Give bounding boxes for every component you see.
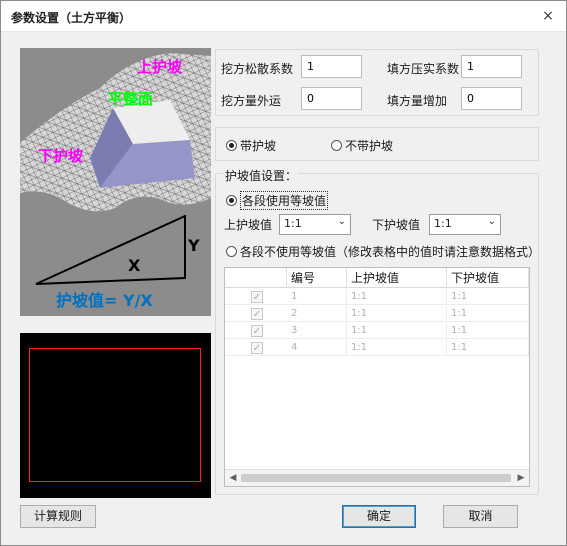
fill-compact-label: 填方压实系数 (387, 62, 460, 76)
column-header-check (225, 268, 287, 288)
horizontal-scrollbar[interactable]: ◀ ▶ (225, 469, 529, 486)
without-slope-radio[interactable]: 不带护坡 (331, 137, 393, 154)
scrollbar-thumb[interactable] (241, 474, 511, 482)
column-header-lower: 下护坡值 (447, 268, 529, 288)
scroll-right-icon[interactable]: ▶ (514, 471, 528, 485)
lower-slope-select[interactable]: 1:1 ⌄ (429, 214, 501, 235)
lower-slope-selected: 1:1 (434, 217, 452, 230)
cut-loose-label: 挖方松散系数 (221, 62, 294, 76)
row-upper[interactable]: 1:1 (347, 289, 447, 305)
cancel-button[interactable]: 取消 (443, 505, 518, 528)
equal-slope-label: 各段使用等坡值 (240, 191, 329, 210)
x-axis-label: X (128, 256, 141, 275)
ok-button[interactable]: 确定 (342, 505, 416, 528)
settings-dialog: 参数设置（土方平衡） × 上护坡 平整面 下护坡 Y X 护坡值= Y/X 挖方… (0, 0, 567, 546)
cut-loose-field[interactable] (301, 55, 362, 78)
cut-export-field[interactable] (301, 87, 362, 110)
slope-illustration: 上护坡 平整面 下护坡 Y X 护坡值= Y/X (20, 48, 211, 316)
column-header-upper: 上护坡值 (347, 268, 447, 288)
close-icon[interactable]: × (538, 6, 558, 26)
table-row[interactable]: ✓ 2 1:1 1:1 (225, 306, 529, 322)
row-lower[interactable]: 1:1 (447, 306, 529, 322)
lower-slope-label: 下护坡 (38, 147, 84, 165)
row-id: 3 (287, 323, 347, 339)
row-checkbox[interactable]: ✓ (251, 308, 263, 320)
row-id: 4 (287, 340, 347, 356)
without-slope-label: 不带护坡 (345, 139, 394, 153)
table-header: 编号 上护坡值 下护坡值 (225, 268, 529, 288)
column-header-id: 编号 (287, 268, 347, 288)
lower-slope-value-label: 下护坡值 (372, 218, 421, 232)
chevron-down-icon: ⌄ (337, 216, 346, 227)
row-lower[interactable]: 1:1 (447, 289, 529, 305)
radio-selected-icon (226, 195, 237, 206)
upper-slope-label: 上护坡 (137, 58, 183, 76)
y-axis-label: Y (188, 236, 200, 255)
fill-compact-field[interactable] (461, 55, 522, 78)
radio-unselected-icon (331, 140, 342, 151)
dialog-title: 参数设置（土方平衡） (11, 11, 132, 25)
row-checkbox[interactable]: ✓ (251, 325, 263, 337)
unequal-slope-label: 各段不使用等坡值（修改表格中的值时请注意数据格式） (240, 245, 541, 259)
slope-formula: 护坡值= Y/X (56, 291, 153, 310)
row-checkbox[interactable]: ✓ (251, 291, 263, 303)
fill-add-label: 填方量增加 (387, 94, 448, 108)
fill-add-field[interactable] (461, 87, 522, 110)
upper-slope-value-label: 上护坡值 (224, 218, 273, 232)
row-upper[interactable]: 1:1 (347, 340, 447, 356)
cut-export-label: 挖方量外运 (221, 94, 282, 108)
row-lower[interactable]: 1:1 (447, 340, 529, 356)
preview-canvas (20, 333, 211, 498)
row-upper[interactable]: 1:1 (347, 306, 447, 322)
row-id: 2 (287, 306, 347, 322)
row-id: 1 (287, 289, 347, 305)
table-row[interactable]: ✓ 4 1:1 1:1 (225, 340, 529, 356)
scroll-left-icon[interactable]: ◀ (226, 471, 240, 485)
with-slope-label: 带护坡 (240, 139, 277, 153)
table-row[interactable]: ✓ 1 1:1 1:1 (225, 289, 529, 305)
calc-rules-button[interactable]: 计算规则 (20, 505, 96, 528)
preview-boundary (29, 348, 201, 482)
title-bar: 参数设置（土方平衡） × (1, 1, 566, 32)
table-row[interactable]: ✓ 3 1:1 1:1 (225, 323, 529, 339)
row-lower[interactable]: 1:1 (447, 323, 529, 339)
chevron-down-icon: ⌄ (487, 216, 496, 227)
radio-selected-icon (226, 140, 237, 151)
flat-surface-label: 平整面 (108, 90, 154, 108)
row-checkbox[interactable]: ✓ (251, 342, 263, 354)
upper-slope-select[interactable]: 1:1 ⌄ (279, 214, 351, 235)
unequal-slope-radio[interactable]: 各段不使用等坡值（修改表格中的值时请注意数据格式） (226, 243, 540, 260)
slope-table: 编号 上护坡值 下护坡值 ✓ 1 1:1 1:1 ✓ 2 1:1 1:1 ✓ 3… (224, 267, 530, 487)
upper-slope-selected: 1:1 (284, 217, 302, 230)
slope-settings-title: 护坡值设置： (224, 167, 299, 184)
radio-unselected-icon (226, 246, 237, 257)
row-upper[interactable]: 1:1 (347, 323, 447, 339)
equal-slope-radio[interactable]: 各段使用等坡值 (226, 191, 329, 210)
with-slope-radio[interactable]: 带护坡 (226, 137, 276, 154)
